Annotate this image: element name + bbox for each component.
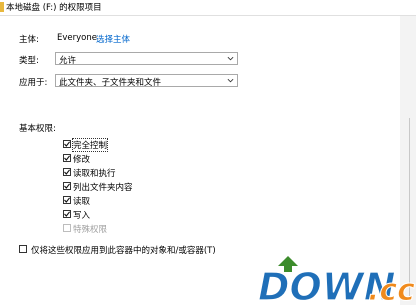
checkbox-write[interactable] [63, 210, 71, 218]
principal-label: 主体: [19, 35, 39, 45]
perm-label-read-execute: 读取和执行 [73, 169, 116, 179]
svg-text:.cc: .cc [368, 273, 415, 305]
checkmark-icon [64, 141, 70, 147]
checkbox-read-execute[interactable] [63, 168, 71, 176]
type-select-value: 允许 [59, 56, 77, 66]
chevron-down-icon [227, 56, 234, 61]
applies-to-select-value: 此文件夹、子文件夹和文件 [59, 78, 162, 88]
checkmark-icon [64, 155, 70, 161]
checkbox-apply-to-container-only[interactable] [19, 245, 27, 253]
checkmark-icon [64, 169, 70, 175]
perm-label-full-control: 完全控制 [71, 138, 109, 152]
chevron-down-icon [227, 78, 234, 83]
checkmark-icon [64, 183, 70, 189]
apply-to-container-only-label: 仅将这些权限应用到此容器中的对象和/或容器(T) [31, 246, 216, 256]
window-title: 本地磁盘 (F:) 的权限项目 [6, 3, 102, 13]
perm-label-modify: 修改 [73, 155, 91, 165]
basic-permissions-title: 基本权限: [19, 124, 56, 134]
folder-icon [0, 2, 4, 12]
principal-value: Everyone [57, 33, 97, 43]
checkbox-modify[interactable] [63, 154, 71, 162]
perm-label-write: 写入 [73, 211, 91, 221]
type-select[interactable]: 允许 [55, 52, 238, 66]
perm-label-special-permissions: 特殊权限 [73, 225, 108, 235]
title-bar: 本地磁盘 (F:) 的权限项目 [0, 0, 416, 15]
checkmark-icon [64, 197, 70, 203]
watermark-logo: DOWN .cc [257, 256, 416, 305]
perm-label-list-folder: 列出文件夹内容 [73, 183, 133, 193]
title-divider [0, 15, 416, 16]
applies-to-select[interactable]: 此文件夹、子文件夹和文件 [55, 74, 238, 88]
applies-to-label: 应用于: [19, 78, 48, 88]
checkbox-read[interactable] [63, 196, 71, 204]
checkmark-icon [64, 211, 70, 217]
type-label: 类型: [19, 56, 39, 66]
perm-label-read: 读取 [73, 197, 91, 207]
select-principal-link[interactable]: 选择主体 [96, 33, 130, 45]
checkbox-list-folder[interactable] [63, 182, 71, 190]
checkbox-special-permissions [63, 224, 71, 232]
checkbox-full-control[interactable] [63, 140, 71, 148]
